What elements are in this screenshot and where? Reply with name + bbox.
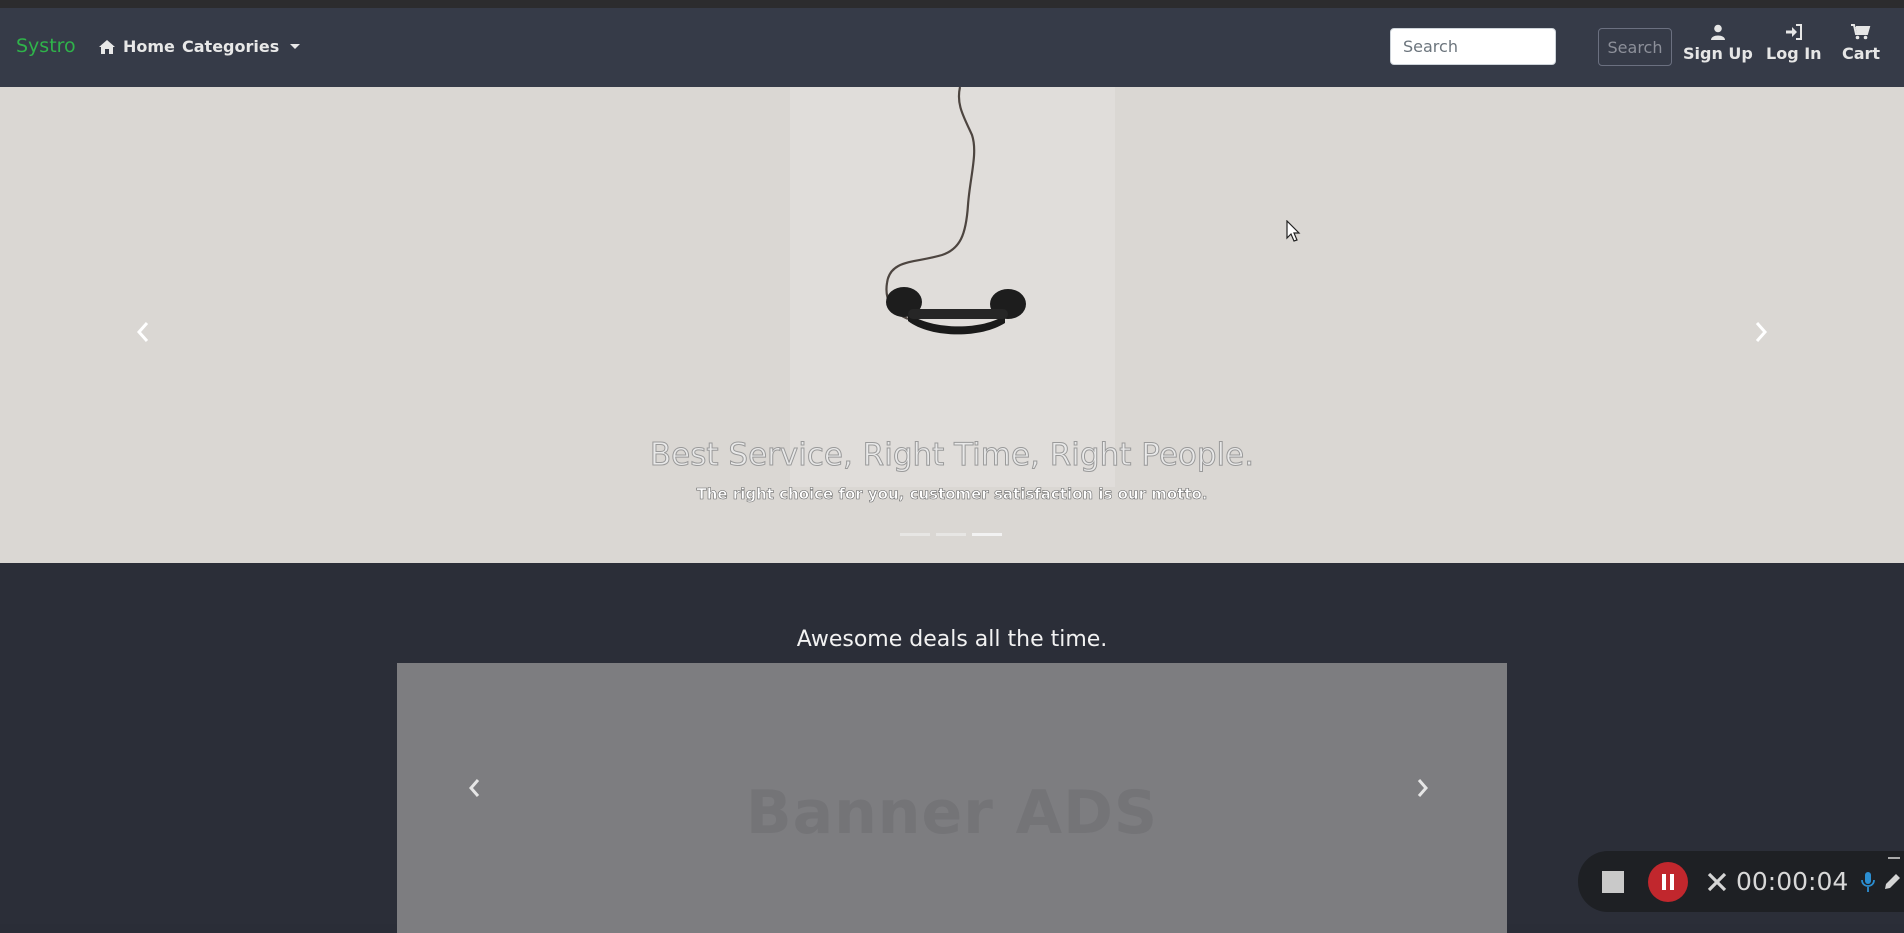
- pause-icon: [1662, 873, 1666, 890]
- hero-prev-button[interactable]: [134, 317, 152, 347]
- deals-title: Awesome deals all the time.: [796, 627, 1108, 652]
- hero-subtitle: The right choice for you, customer satis…: [696, 485, 1208, 504]
- caret-down-icon: [290, 44, 301, 49]
- hero-telephone-image: [885, 87, 1026, 335]
- search-input[interactable]: [1390, 28, 1556, 65]
- microphone-icon[interactable]: [1860, 870, 1876, 894]
- nav-categories-dropdown[interactable]: Categories: [182, 37, 301, 56]
- signup-label: Sign Up: [1683, 44, 1753, 63]
- screen-recorder-toolbar: 00:00:04: [1578, 851, 1904, 912]
- minimize-icon[interactable]: [1888, 857, 1900, 859]
- cart-label: Cart: [1842, 44, 1881, 63]
- recording-timer: 00:00:04: [1736, 867, 1849, 896]
- banner-prev-button[interactable]: [466, 775, 482, 801]
- carousel-indicator-1[interactable]: [900, 533, 930, 536]
- login-link[interactable]: Log In: [1766, 24, 1822, 63]
- user-icon: [1710, 24, 1725, 40]
- cancel-recording-icon[interactable]: [1706, 871, 1728, 893]
- hero-title: Best Service, Right Time, Right People.: [649, 437, 1255, 474]
- hero-carousel: Best Service, Right Time, Right People. …: [0, 87, 1904, 563]
- carousel-indicator-3[interactable]: [972, 533, 1002, 536]
- pause-icon-bar: [1670, 873, 1674, 890]
- navbar: Systro Home Categories Search Sign Up Lo…: [0, 8, 1904, 87]
- cart-icon: [1851, 24, 1871, 40]
- banner-carousel: Banner ADS: [397, 663, 1507, 933]
- pen-icon[interactable]: [1882, 872, 1902, 892]
- hero-next-button[interactable]: [1752, 317, 1770, 347]
- nav-home-link[interactable]: Home: [98, 37, 175, 56]
- signup-link[interactable]: Sign Up: [1683, 24, 1753, 63]
- nav-categories-label: Categories: [182, 37, 280, 56]
- home-icon: [99, 39, 115, 54]
- carousel-indicator-2[interactable]: [936, 533, 966, 536]
- stop-recording-button[interactable]: [1602, 870, 1624, 893]
- search-button[interactable]: Search: [1598, 28, 1672, 66]
- banner-next-button[interactable]: [1415, 775, 1431, 801]
- sign-in-icon: [1785, 24, 1802, 40]
- mouse-cursor-icon: [1286, 220, 1301, 242]
- nav-home-label: Home: [123, 37, 175, 56]
- brand-logo[interactable]: Systro: [16, 35, 76, 57]
- window-top-strip: [0, 0, 1904, 8]
- login-label: Log In: [1766, 44, 1822, 63]
- banner-ads-text: Banner ADS: [745, 778, 1159, 848]
- cart-link[interactable]: Cart: [1842, 24, 1880, 63]
- pause-recording-button[interactable]: [1648, 861, 1688, 902]
